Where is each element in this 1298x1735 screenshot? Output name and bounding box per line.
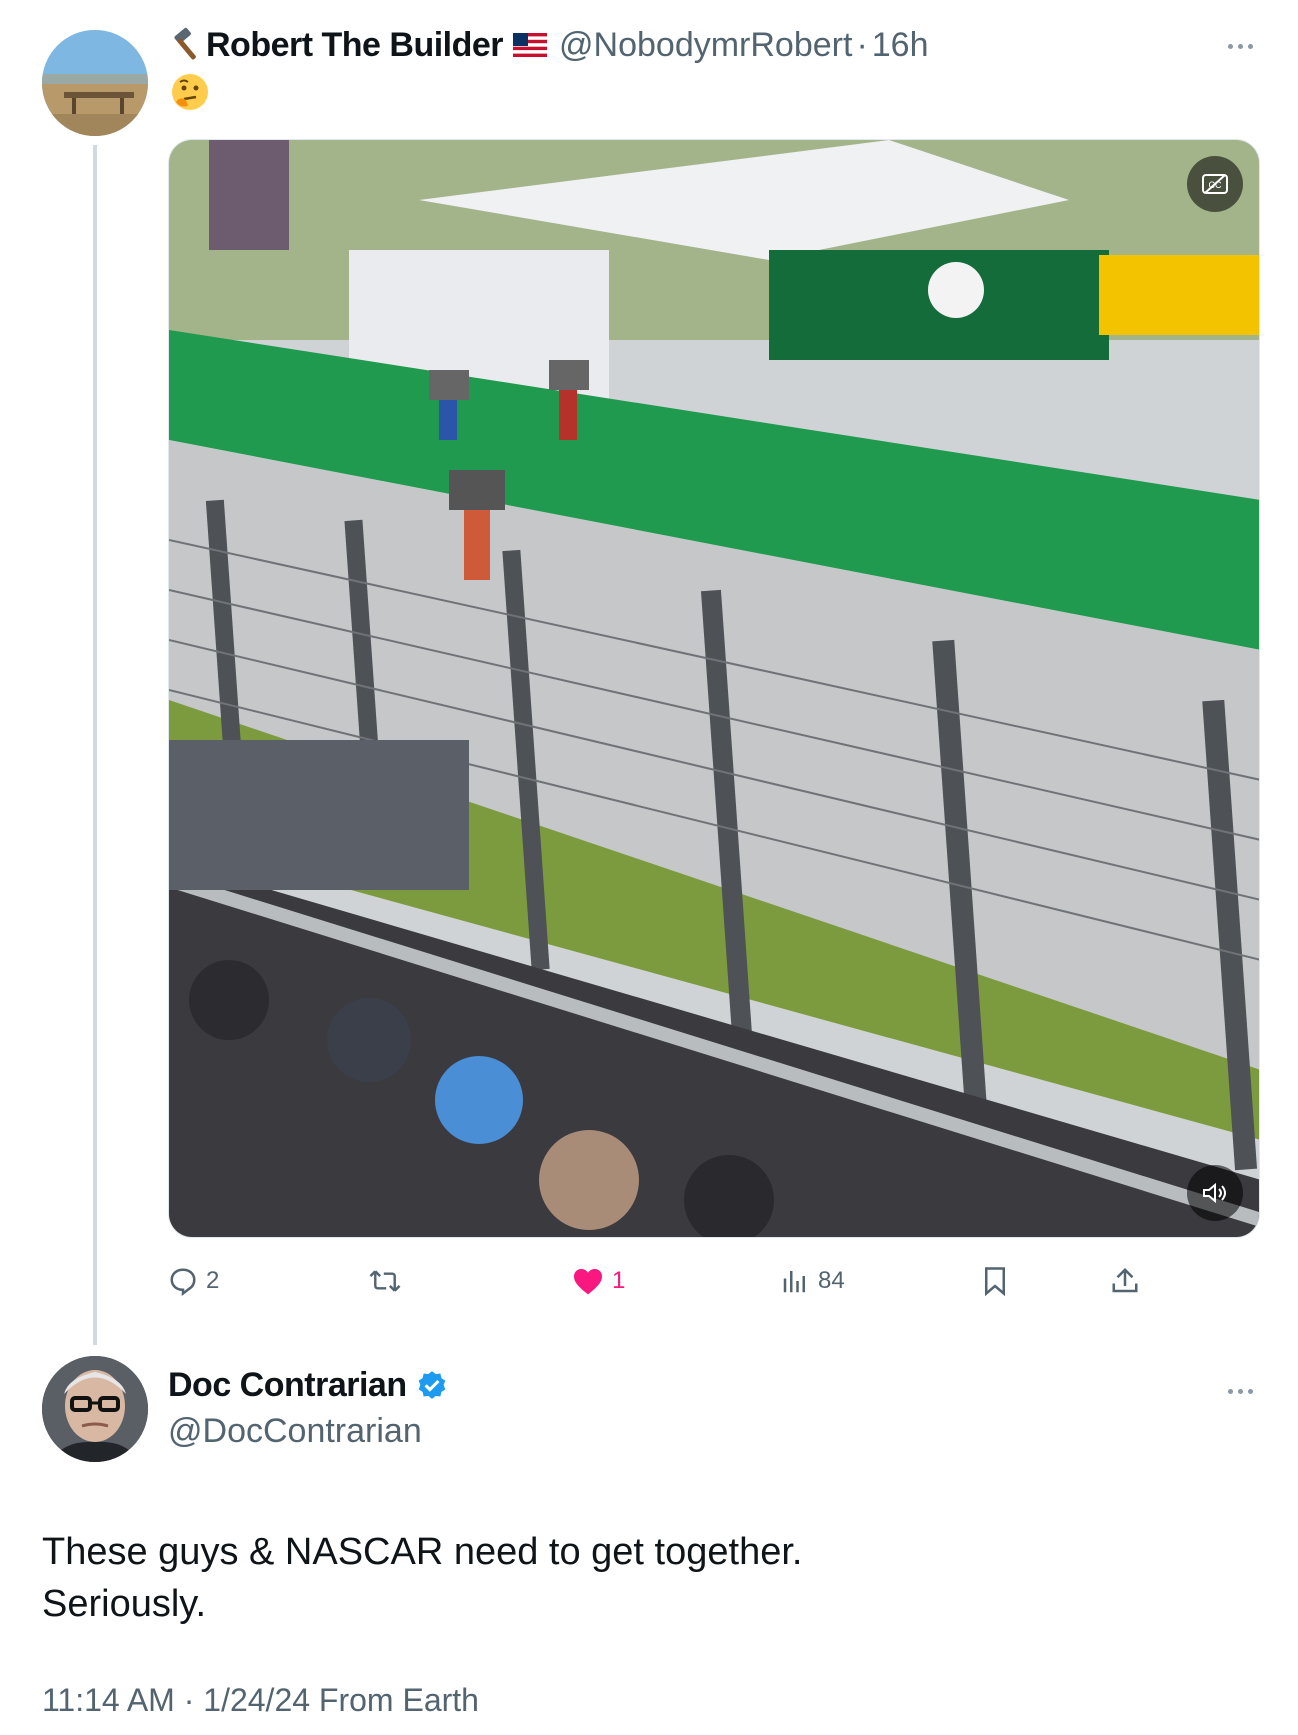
bookmark-button[interactable] [980, 1258, 1010, 1304]
avatar-robert[interactable] [42, 30, 148, 136]
closed-captions-off-icon[interactable]: CC [1187, 156, 1243, 212]
reply-count: 2 [206, 1267, 220, 1294]
separator-dot: · [856, 25, 868, 64]
reply-button[interactable]: 2 [168, 1258, 219, 1304]
video-player[interactable]: CC [168, 139, 1260, 1238]
avatar-doc-contrarian[interactable] [42, 1356, 148, 1462]
original-tweet-header: Robert The Builder @NobodymrRobert · 16h [168, 22, 929, 68]
heart-filled-icon [574, 1269, 602, 1295]
like-count: 1 [612, 1267, 626, 1294]
reply-icon [170, 1268, 196, 1296]
video-frame [169, 140, 1259, 1237]
reply-text-line-1: These guys & NASCAR need to get together… [42, 1531, 803, 1573]
speaker-muted-icon[interactable] [1187, 1165, 1243, 1221]
author-display-name[interactable]: Robert The Builder [206, 26, 504, 65]
author-handle[interactable]: @NobodymrRobert [559, 26, 852, 65]
views-button[interactable]: 84 [780, 1258, 845, 1304]
verified-badge-icon [415, 1369, 449, 1403]
more-options-icon[interactable] [1228, 44, 1253, 49]
like-button[interactable]: 1 [572, 1258, 625, 1304]
reply-author-display-name[interactable]: Doc Contrarian [168, 1366, 407, 1405]
reply-tweet-text: These guys & NASCAR need to get together… [42, 1526, 802, 1630]
reply-text-line-2: Seriously. [42, 1583, 207, 1625]
analytics-icon [783, 1271, 805, 1293]
reply-tweet-header: Doc Contrarian [168, 1366, 449, 1405]
retweet-icon [369, 1270, 401, 1292]
reply-author-handle[interactable]: @DocContrarian [168, 1412, 422, 1451]
tweet-time-ago[interactable]: 16h [872, 26, 929, 65]
thinking-face-emoji [170, 72, 210, 112]
reply-more-options-icon[interactable] [1228, 1389, 1253, 1394]
hammer-icon [168, 27, 204, 63]
view-count: 84 [818, 1267, 845, 1294]
share-icon [1112, 1267, 1138, 1293]
thread-connector-line [93, 145, 97, 1345]
reply-timestamp-meta[interactable]: 11:14 AM · 1/24/24 From Earth [42, 1682, 479, 1719]
retweet-button[interactable] [368, 1258, 410, 1304]
bookmark-icon [985, 1267, 1005, 1296]
tweet-action-bar: 2 1 84 [168, 1258, 1168, 1304]
share-button[interactable] [1110, 1258, 1140, 1304]
us-flag-icon [513, 33, 548, 57]
